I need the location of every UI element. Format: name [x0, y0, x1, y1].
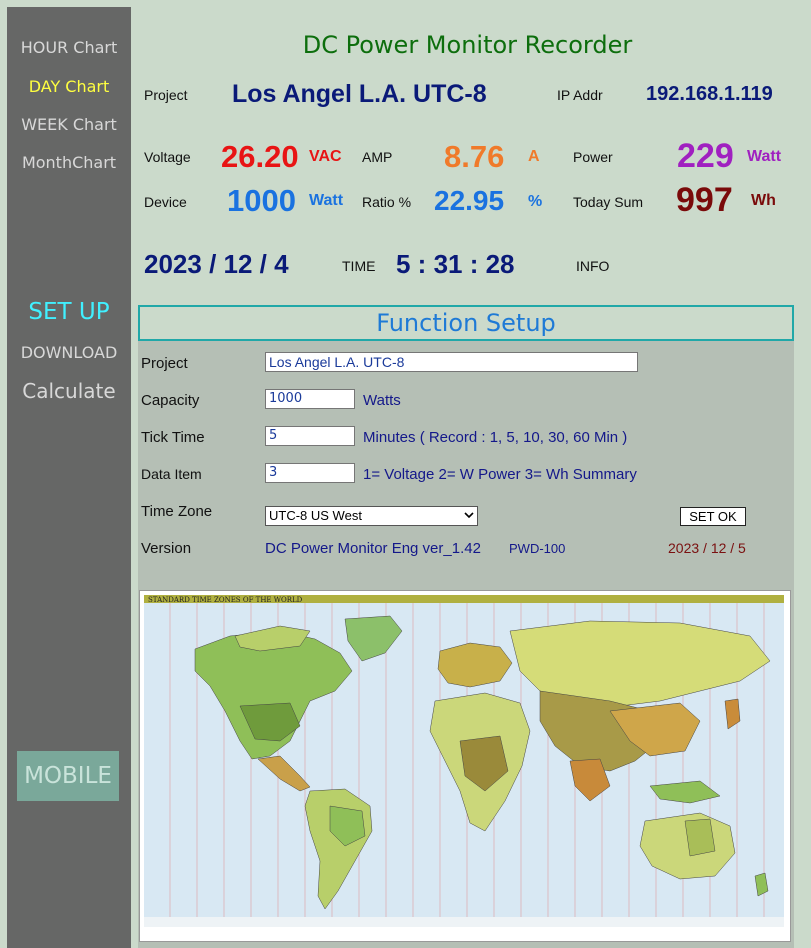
time-label: TIME [342, 258, 376, 274]
nav-day-chart[interactable]: DAY Chart [7, 77, 131, 96]
data-item-label: Data Item [141, 466, 202, 482]
device-label: Device [144, 194, 187, 210]
data-item-hint: 1= Voltage 2= W Power 3= Wh Summary [363, 466, 637, 483]
amp-unit: A [528, 148, 540, 165]
voltage-value: 26.20 [221, 139, 299, 174]
tick-time-hint: Minutes ( Record : 1, 5, 10, 30, 60 Min … [363, 429, 628, 446]
project-label: Project [144, 87, 188, 103]
sidebar: HOUR Chart DAY Chart WEEK Chart MonthCha… [7, 7, 131, 948]
date-display: 2023 / 12 / 4 [144, 249, 289, 279]
tick-time-label: Tick Time [141, 429, 205, 446]
power-value: 229 [677, 137, 734, 175]
setup-panel: Project Los Angel L.A. UTC-8 Capacity 10… [138, 341, 794, 948]
nav-hour-chart[interactable]: HOUR Chart [7, 38, 131, 57]
ratio-value: 22.95 [434, 185, 505, 216]
time-zone-select[interactable]: UTC-8 US West [265, 506, 478, 526]
today-sum-unit: Wh [751, 192, 776, 209]
time-display: 5 : 31 : 28 [396, 249, 515, 279]
amp-value: 8.76 [444, 139, 505, 174]
world-time-zone-map: STANDARD TIME ZONES OF THE WORLD [139, 590, 791, 942]
power-label: Power [573, 149, 613, 165]
version-model: PWD-100 [509, 541, 566, 556]
today-sum-label: Today Sum [573, 194, 644, 210]
amp-label: AMP [362, 149, 393, 165]
info-label: INFO [576, 258, 610, 274]
project-value: Los Angel L.A. UTC-8 [232, 80, 487, 108]
data-item-input[interactable]: 3 [265, 463, 355, 483]
function-setup-header: Function Setup [138, 305, 794, 341]
setup-project-input[interactable]: Los Angel L.A. UTC-8 [265, 352, 638, 372]
nav-download[interactable]: DOWNLOAD [7, 343, 131, 362]
set-ok-button[interactable]: SET OK [680, 507, 746, 526]
capacity-unit: Watts [363, 392, 401, 409]
page-title: DC Power Monitor Recorder [302, 31, 633, 59]
power-unit: Watt [747, 148, 782, 165]
time-zone-label: Time Zone [141, 503, 213, 520]
map-title: STANDARD TIME ZONES OF THE WORLD [148, 596, 303, 604]
world-map-image: STANDARD TIME ZONES OF THE WORLD [140, 591, 790, 941]
nav-calculate[interactable]: Calculate [7, 379, 131, 403]
nav-setup[interactable]: SET UP [7, 299, 131, 325]
version-label: Version [141, 540, 192, 557]
restart-date[interactable]: 2023 / 12 / 5 [668, 540, 746, 556]
ratio-unit: % [528, 193, 543, 210]
nav-month-chart[interactable]: MonthChart [7, 153, 131, 172]
ratio-label: Ratio % [362, 194, 412, 210]
nav-week-chart[interactable]: WEEK Chart [7, 115, 131, 134]
setup-project-label: Project [141, 355, 188, 372]
device-unit: Watt [309, 192, 344, 209]
tick-time-input[interactable]: 5 [265, 426, 355, 446]
chevron-down-icon [464, 512, 474, 519]
time-zone-value: UTC-8 US West [269, 508, 362, 523]
capacity-label: Capacity [141, 392, 200, 409]
today-sum-value: 997 [676, 181, 733, 219]
voltage-unit: VAC [309, 148, 342, 165]
mobile-button[interactable]: MOBILE [17, 751, 119, 801]
ip-label: IP Addr [557, 87, 603, 103]
version-value: DC Power Monitor Eng ver_1.42 [265, 540, 481, 557]
device-value: 1000 [227, 183, 296, 218]
ip-value: 192.168.1.119 [646, 83, 773, 105]
voltage-label: Voltage [144, 149, 191, 165]
capacity-input[interactable]: 1000 [265, 389, 355, 409]
main-content: DC Power Monitor Recorder Project Los An… [131, 7, 804, 948]
